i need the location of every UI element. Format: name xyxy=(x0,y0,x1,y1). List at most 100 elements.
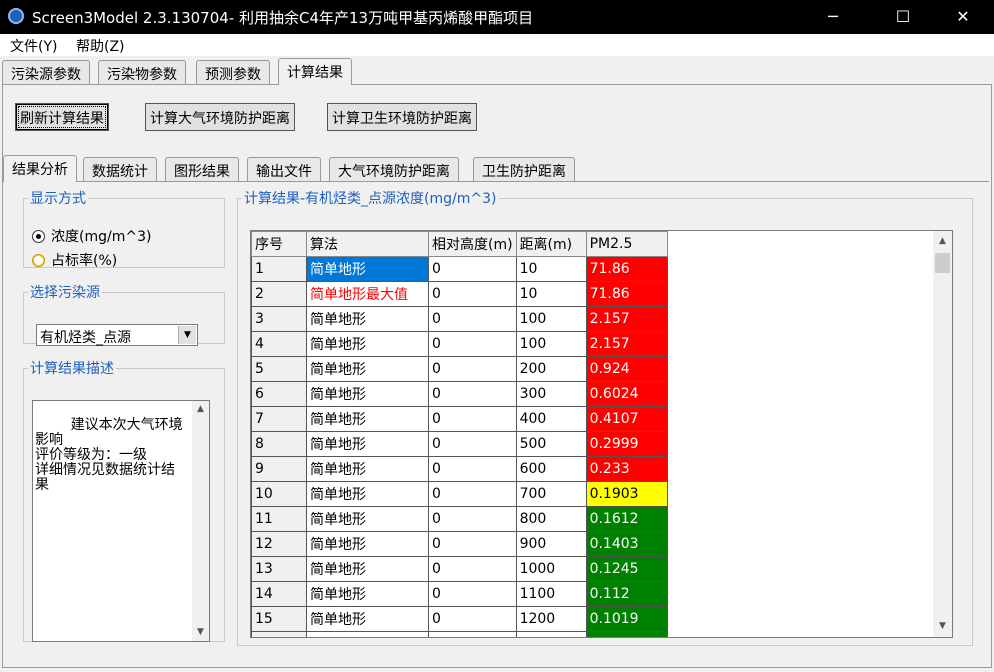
cell-height[interactable]: 0 xyxy=(428,281,517,307)
cell-pm25[interactable]: 0.112 xyxy=(585,581,668,607)
cell-algorithm[interactable]: 简单地形 xyxy=(306,456,429,482)
table-row[interactable]: 6 简单地形 0 300 0.6024 xyxy=(251,381,668,407)
tab-predict-params[interactable]: 预测参数 xyxy=(196,60,270,84)
col-header-pm25[interactable]: PM2.5 xyxy=(585,231,668,257)
cell-index[interactable]: 16 xyxy=(251,631,307,637)
results-grid[interactable]: 序号 算法 相对高度(m) 距离(m) PM2.5 1 简单地形 0 10 71.86 2… xyxy=(250,230,953,638)
cell-index[interactable]: 13 xyxy=(251,556,307,582)
table-row[interactable]: 5 简单地形 0 200 0.924 xyxy=(251,356,668,382)
cell-distance[interactable]: 600 xyxy=(515,456,587,482)
cell-pm25[interactable]: 2.157 xyxy=(585,306,668,332)
table-row[interactable]: 9 简单地形 0 600 0.233 xyxy=(251,456,668,482)
cell-pm25[interactable]: 0.2999 xyxy=(585,431,668,457)
cell-pm25[interactable]: 0.924 xyxy=(585,356,668,382)
close-button[interactable]: ✕ xyxy=(940,0,986,34)
cell-algorithm[interactable]: 简单地形 xyxy=(306,631,429,637)
table-row[interactable]: 4 简单地形 0 100 2.157 xyxy=(251,331,668,357)
cell-pm25[interactable]: 0.1019 xyxy=(585,606,668,632)
cell-height[interactable]: 0 xyxy=(428,381,517,407)
refresh-results-button[interactable]: 刷新计算结果 xyxy=(15,103,109,131)
cell-index[interactable]: 10 xyxy=(251,481,307,507)
cell-index[interactable]: 2 xyxy=(251,281,307,307)
cell-distance[interactable]: 10 xyxy=(515,281,587,307)
cell-algorithm[interactable]: 简单地形 xyxy=(306,256,429,282)
tab-pollutant-params[interactable]: 污染物参数 xyxy=(98,60,186,84)
cell-algorithm[interactable]: 简单地形 xyxy=(306,481,429,507)
cell-index[interactable]: 5 xyxy=(251,356,307,382)
cell-distance[interactable]: 100 xyxy=(515,331,587,357)
cell-height[interactable]: 0 xyxy=(428,431,517,457)
col-header-distance[interactable]: 距离(m) xyxy=(515,231,587,257)
cell-pm25[interactable]: 71.86 xyxy=(585,256,668,282)
table-row[interactable]: 8 简单地形 0 500 0.2999 xyxy=(251,431,668,457)
tab-atmos-distance[interactable]: 大气环境防护距离 xyxy=(329,157,459,181)
cell-height[interactable]: 0 xyxy=(428,356,517,382)
table-row[interactable]: 3 简单地形 0 100 2.157 xyxy=(251,306,668,332)
cell-index[interactable]: 14 xyxy=(251,581,307,607)
grid-scrollbar[interactable]: ▲ ▼ xyxy=(933,231,952,637)
cell-algorithm[interactable]: 简单地形 xyxy=(306,506,429,532)
table-row[interactable]: 1 简单地形 0 10 71.86 xyxy=(251,256,668,282)
cell-pm25[interactable]: 0.1612 xyxy=(585,506,668,532)
tab-graph[interactable]: 图形结果 xyxy=(165,157,239,181)
hygiene-distance-button[interactable]: 计算卫生环境防护距离 xyxy=(327,103,477,131)
cell-index[interactable]: 1 xyxy=(251,256,307,282)
table-row[interactable]: 11 简单地形 0 800 0.1612 xyxy=(251,506,668,532)
cell-algorithm[interactable]: 简单地形 xyxy=(306,581,429,607)
cell-index[interactable]: 15 xyxy=(251,606,307,632)
cell-pm25[interactable]: 2.157 xyxy=(585,331,668,357)
cell-algorithm[interactable]: 简单地形 xyxy=(306,406,429,432)
cell-algorithm[interactable]: 简单地形 xyxy=(306,431,429,457)
cell-index[interactable]: 6 xyxy=(251,381,307,407)
col-header-height[interactable]: 相对高度(m) xyxy=(428,231,517,257)
desc-scrollbar[interactable]: ▲ ▼ xyxy=(192,401,209,641)
table-row[interactable]: 16简单地形013000.09344 xyxy=(251,631,668,637)
cell-algorithm[interactable]: 简单地形最大值 xyxy=(306,281,429,307)
cell-distance[interactable]: 900 xyxy=(515,531,587,557)
cell-distance[interactable]: 700 xyxy=(515,481,587,507)
cell-index[interactable]: 11 xyxy=(251,506,307,532)
tab-analysis[interactable]: 结果分析 xyxy=(3,155,77,182)
cell-index[interactable]: 9 xyxy=(251,456,307,482)
cell-distance[interactable]: 400 xyxy=(515,406,587,432)
cell-height[interactable]: 0 xyxy=(428,331,517,357)
menu-file[interactable]: 文件(Y) xyxy=(10,36,57,56)
cell-height[interactable]: 0 xyxy=(428,581,517,607)
cell-height[interactable]: 0 xyxy=(428,606,517,632)
cell-distance[interactable]: 1200 xyxy=(515,606,587,632)
cell-algorithm[interactable]: 简单地形 xyxy=(306,306,429,332)
tab-hygiene-distance[interactable]: 卫生防护距离 xyxy=(473,157,575,181)
scroll-thumb[interactable] xyxy=(935,253,950,273)
cell-height[interactable]: 0 xyxy=(428,481,517,507)
cell-pm25[interactable]: 0.1403 xyxy=(585,531,668,557)
scroll-up-icon[interactable]: ▲ xyxy=(934,233,951,250)
cell-algorithm[interactable]: 简单地形 xyxy=(306,331,429,357)
cell-algorithm[interactable]: 简单地形 xyxy=(306,606,429,632)
cell-algorithm[interactable]: 简单地形 xyxy=(306,531,429,557)
cell-height[interactable]: 0 xyxy=(428,556,517,582)
cell-pm25[interactable]: 71.86 xyxy=(585,281,668,307)
cell-distance[interactable]: 100 xyxy=(515,306,587,332)
col-header-index[interactable]: 序号 xyxy=(251,231,307,257)
cell-index[interactable]: 3 xyxy=(251,306,307,332)
cell-height[interactable]: 0 xyxy=(428,506,517,532)
cell-height[interactable]: 0 xyxy=(428,306,517,332)
cell-pm25[interactable]: 0.1903 xyxy=(585,481,668,507)
radio-concentration[interactable]: 浓度(mg/m^3) xyxy=(32,226,151,246)
minimize-button[interactable]: ─ xyxy=(810,0,856,34)
cell-distance[interactable]: 10 xyxy=(515,256,587,282)
cell-index[interactable]: 7 xyxy=(251,406,307,432)
cell-height[interactable]: 0 xyxy=(428,631,517,637)
cell-distance[interactable]: 800 xyxy=(515,506,587,532)
cell-pm25[interactable]: 0.09344 xyxy=(585,631,668,637)
tab-output-file[interactable]: 输出文件 xyxy=(247,157,321,181)
cell-height[interactable]: 0 xyxy=(428,256,517,282)
cell-distance[interactable]: 300 xyxy=(515,381,587,407)
table-row[interactable]: 7 简单地形 0 400 0.4107 xyxy=(251,406,668,432)
desc-textarea[interactable]: 建议本次大气环境影响 评价等级为：一级 详细情况见数据统计结 果 ▲ ▼ xyxy=(32,400,210,642)
radio-percent[interactable]: 占标率(%) xyxy=(32,250,117,270)
table-row[interactable]: 10 简单地形 0 700 0.1903 xyxy=(251,481,668,507)
cell-algorithm[interactable]: 简单地形 xyxy=(306,356,429,382)
table-row[interactable]: 15 简单地形 0 1200 0.1019 xyxy=(251,606,668,632)
table-row[interactable]: 2 简单地形最大值 0 10 71.86 xyxy=(251,281,668,307)
